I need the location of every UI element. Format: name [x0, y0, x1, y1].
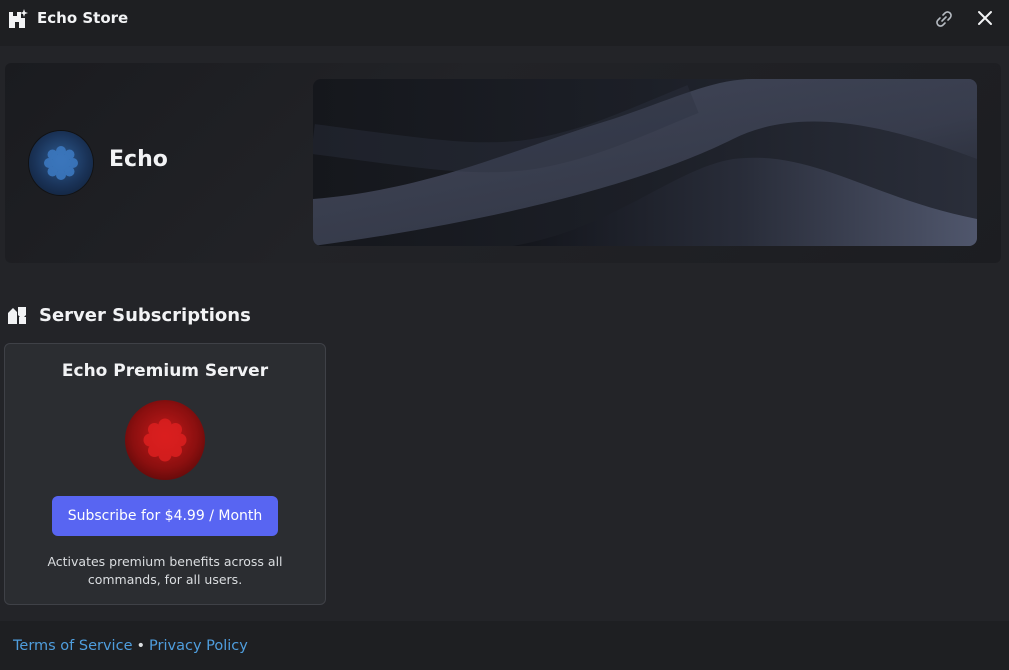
store-sparkle-icon: [7, 8, 29, 30]
subscription-card: Echo Premium Server Subscribe for $4.99 …: [4, 343, 326, 605]
subscription-title: Echo Premium Server: [61, 361, 269, 381]
store-content: Echo Server Subscriptions Echo Premium S…: [0, 46, 1009, 621]
footer-links: Terms of Service • Privacy Policy: [13, 638, 248, 654]
echo-avatar-icon: [29, 131, 93, 195]
subscribe-button[interactable]: Subscribe for $4.99 / Month: [52, 496, 278, 536]
section-title: Server Subscriptions: [39, 304, 251, 326]
footer: Terms of Service • Privacy Policy: [0, 621, 1009, 670]
premium-server-icon: [125, 400, 205, 480]
store-hero: Echo: [5, 63, 1001, 263]
section-header: Server Subscriptions: [7, 303, 251, 327]
link-icon[interactable]: [933, 8, 955, 30]
app-name: Echo: [109, 147, 168, 172]
hero-banner-image: [313, 79, 977, 246]
privacy-policy-link[interactable]: Privacy Policy: [149, 638, 248, 654]
footer-separator: •: [136, 638, 146, 654]
subscription-description: Activates premium benefits across all co…: [47, 554, 283, 587]
shapes-icon: [7, 305, 27, 325]
close-icon[interactable]: [975, 8, 995, 28]
terms-of-service-link[interactable]: Terms of Service: [13, 638, 132, 654]
title-bar: Echo Store: [0, 0, 1009, 46]
window-title: Echo Store: [37, 9, 129, 27]
